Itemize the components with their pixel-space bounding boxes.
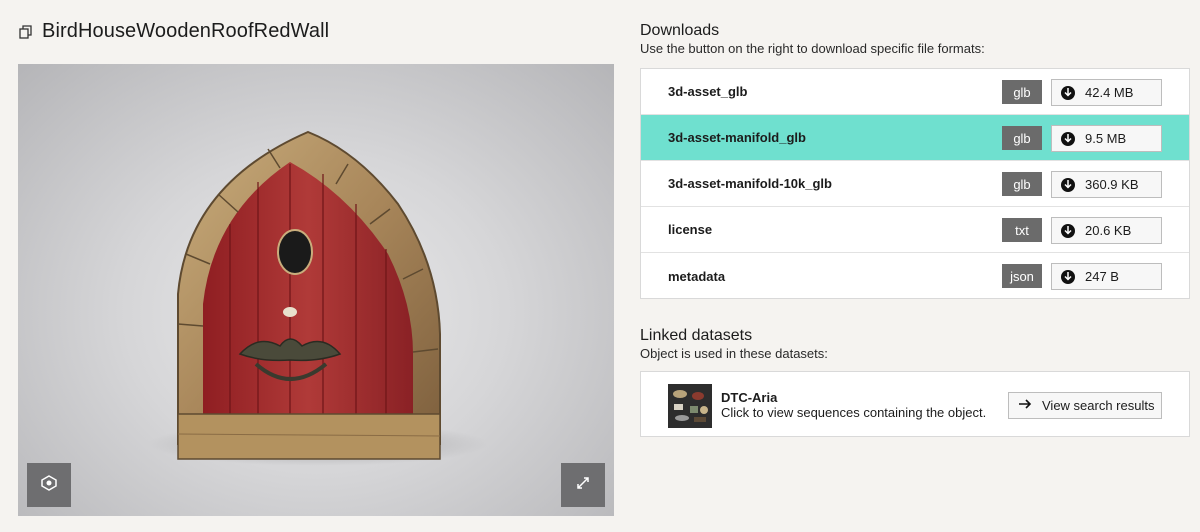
reset-view-button[interactable] — [27, 463, 71, 507]
download-button[interactable]: 9.5 MB — [1051, 125, 1162, 152]
file-format-badge: glb — [1002, 172, 1042, 196]
download-arrow-icon — [1061, 223, 1075, 238]
view-search-results-button[interactable]: View search results — [1008, 392, 1162, 419]
download-file-name: 3d-asset-manifold_glb — [668, 130, 806, 145]
download-arrow-icon — [1061, 177, 1075, 192]
download-file-name: 3d-asset_glb — [668, 84, 748, 99]
file-format-badge: txt — [1002, 218, 1042, 242]
download-arrow-icon — [1061, 131, 1075, 146]
download-size: 360.9 KB — [1085, 177, 1139, 192]
object-detail-page: BirdHouseWoodenRoofRedWall Downloads Use… — [0, 0, 1200, 532]
birdhouse-model-render — [148, 130, 488, 466]
download-button[interactable]: 360.9 KB — [1051, 171, 1162, 198]
download-row: 3d-asset_glb glb 42.4 MB — [641, 69, 1189, 115]
download-file-name: license — [668, 222, 713, 237]
download-row: 3d-asset-manifold-10k_glb glb 360.9 KB — [641, 161, 1189, 207]
downloads-heading: Downloads — [640, 22, 720, 39]
download-file-name: metadata — [668, 268, 726, 284]
download-button[interactable]: 20.6 KB — [1051, 217, 1162, 244]
linked-datasets-heading: Linked datasets — [640, 327, 753, 344]
download-button[interactable]: 247 B — [1051, 263, 1162, 290]
view-search-results-label: View search results — [1042, 398, 1155, 413]
download-row: metadata json 247 B — [641, 253, 1189, 299]
reset-view-icon — [40, 474, 58, 497]
dataset-name: DTC-Aria — [721, 390, 778, 405]
download-size: 42.4 MB — [1085, 85, 1134, 100]
arrow-right-icon — [1018, 398, 1032, 413]
downloads-subtitle: Use the button on the right to download … — [640, 41, 985, 56]
download-file-name: 3d-asset-manifold-10k_glb — [668, 176, 832, 191]
file-format-badge: glb — [1002, 80, 1042, 104]
fullscreen-button[interactable] — [561, 463, 605, 507]
linked-datasets-subtitle: Object is used in these datasets: — [640, 346, 828, 361]
download-row: license txt 20.6 KB — [641, 207, 1189, 253]
model-viewer[interactable] — [18, 64, 614, 516]
download-arrow-icon — [1061, 269, 1075, 284]
download-row: 3d-asset-manifold_glb glb 9.5 MB — [641, 115, 1189, 161]
dataset-description: Click to view sequences containing the o… — [721, 405, 987, 420]
dataset-thumbnail — [668, 384, 712, 428]
copy-icon[interactable] — [18, 24, 34, 40]
download-button[interactable]: 42.4 MB — [1051, 79, 1162, 106]
download-size: 247 B — [1085, 269, 1119, 284]
download-arrow-icon — [1061, 85, 1075, 100]
object-title-row: BirdHouseWoodenRoofRedWall — [18, 20, 329, 43]
download-size: 9.5 MB — [1085, 131, 1127, 146]
expand-icon — [575, 475, 591, 496]
linked-dataset-card: DTC-Aria Click to view sequences contain… — [640, 371, 1190, 437]
download-size: 20.6 KB — [1085, 223, 1132, 238]
file-format-badge: glb — [1002, 126, 1042, 150]
downloads-table: 3d-asset_glb glb 42.4 MB 3d-asset-manifold_… — [640, 68, 1190, 299]
file-format-badge: json — [1002, 264, 1042, 288]
object-title: BirdHouseWoodenRoofRedWall — [42, 20, 330, 42]
